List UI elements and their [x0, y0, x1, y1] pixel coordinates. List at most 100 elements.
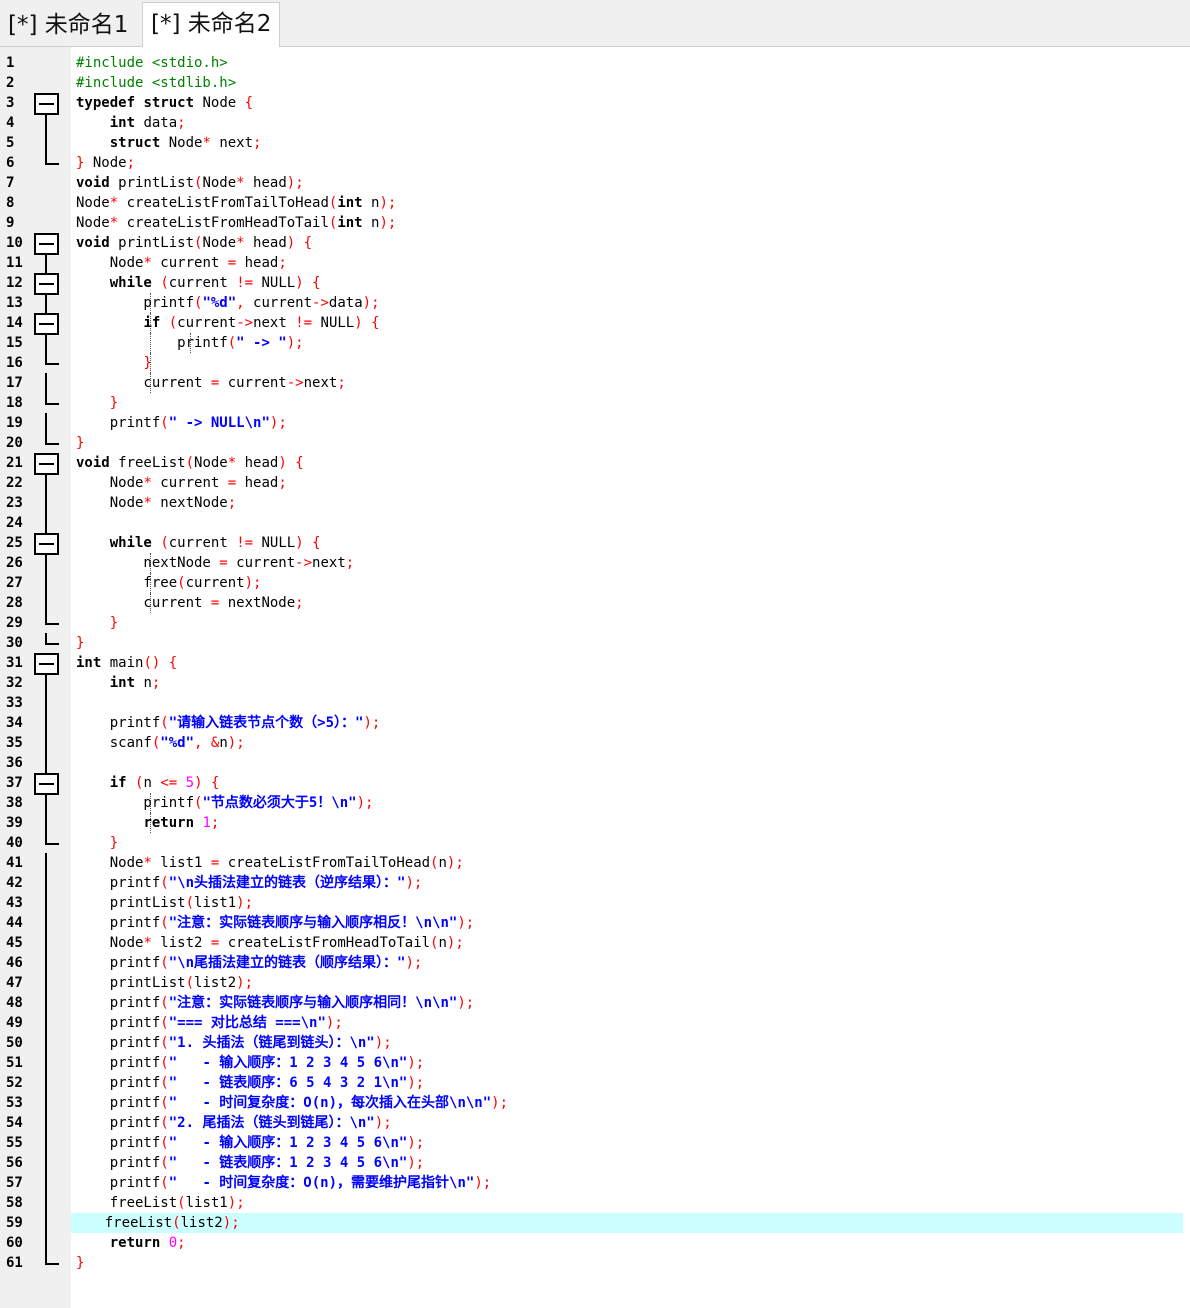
- code-line[interactable]: 41 Node* list1 = createListFromTailToHea…: [0, 853, 1190, 873]
- code-line[interactable]: 23 Node* nextNode;: [0, 493, 1190, 513]
- code-text: void printList(Node* head);: [76, 175, 304, 191]
- code-text: printf(" - 输入顺序：1 2 3 4 5 6\n");: [76, 1135, 425, 1151]
- code-line[interactable]: 45 Node* list2 = createListFromHeadToTai…: [0, 933, 1190, 953]
- fold-collapse-icon[interactable]: [33, 313, 59, 335]
- code-text: printf(" - 链表顺序：1 2 3 4 5 6\n");: [76, 1155, 425, 1171]
- code-line[interactable]: 25 while (current != NULL) {: [0, 533, 1190, 555]
- code-line[interactable]: 34 printf("请输入链表节点个数（>5）：");: [0, 713, 1190, 733]
- code-line[interactable]: 50 printf("1. 头插法（链尾到链头）：\n");: [0, 1033, 1190, 1053]
- code-line[interactable]: 16 }: [0, 353, 1190, 373]
- code-line[interactable]: 38 printf("节点数必须大于5！\n");: [0, 793, 1190, 813]
- fold-line-marker: [33, 333, 59, 353]
- code-line[interactable]: 26 nextNode = current->next;: [0, 553, 1190, 573]
- code-text: } Node;: [76, 155, 136, 171]
- code-line[interactable]: 11 Node* current = head;: [0, 253, 1190, 273]
- fold-line-marker: [33, 433, 59, 453]
- fold-line-marker: [33, 573, 59, 593]
- fold-collapse-icon[interactable]: [33, 93, 59, 115]
- code-line[interactable]: 2 #include <stdlib.h>: [0, 73, 1190, 93]
- code-line[interactable]: 14 if (current->next != NULL) {: [0, 313, 1190, 335]
- code-editor[interactable]: 1 #include <stdio.h> 2 #include <stdlib.h> 3…: [0, 47, 1190, 1308]
- line-number: 30: [6, 635, 23, 651]
- code-line[interactable]: 3 typedef struct Node {: [0, 93, 1190, 115]
- line-number: 13: [6, 295, 23, 311]
- code-line[interactable]: 29 }: [0, 613, 1190, 633]
- fold-collapse-icon[interactable]: [33, 233, 59, 255]
- code-line[interactable]: 5 struct Node* next;: [0, 133, 1190, 153]
- code-text: Node* list2 = createListFromHeadToTail(n…: [76, 935, 464, 951]
- code-line[interactable]: 20}: [0, 433, 1190, 453]
- code-line[interactable]: 4 int data;: [0, 113, 1190, 133]
- code-line[interactable]: 44 printf("注意：实际链表顺序与输入顺序相反！\n\n");: [0, 913, 1190, 933]
- code-line[interactable]: 28 current = nextNode;: [0, 593, 1190, 613]
- code-line[interactable]: 18 }: [0, 393, 1190, 413]
- code-line[interactable]: 55 printf(" - 输入顺序：1 2 3 4 5 6\n");: [0, 1133, 1190, 1153]
- line-number: 53: [6, 1095, 23, 1111]
- code-text: printf(" - 链表顺序：6 5 4 3 2 1\n");: [76, 1075, 425, 1091]
- code-text: if (n <= 5) {: [109, 775, 220, 791]
- code-line[interactable]: 47 printList(list2);: [0, 973, 1190, 993]
- code-line[interactable]: 36: [0, 753, 1190, 773]
- code-line[interactable]: 21 void freeList(Node* head) {: [0, 453, 1190, 475]
- code-line[interactable]: 24: [0, 513, 1190, 533]
- code-line[interactable]: 43 printList(list1);: [0, 893, 1190, 913]
- code-line[interactable]: 57 printf(" - 时间复杂度：O(n)，需要维护尾指针\n");: [0, 1173, 1190, 1193]
- code-line[interactable]: 56 printf(" - 链表顺序：1 2 3 4 5 6\n");: [0, 1153, 1190, 1173]
- fold-collapse-icon[interactable]: [33, 273, 59, 295]
- code-text: void freeList(Node* head) {: [76, 455, 304, 471]
- code-line[interactable]: 48 printf("注意：实际链表顺序与输入顺序相同！\n\n");: [0, 993, 1190, 1013]
- code-text: Node* current = head;: [76, 475, 287, 491]
- fold-line-marker: [33, 513, 59, 533]
- code-line[interactable]: 27 free(current);: [0, 573, 1190, 593]
- code-text: current = current->next;: [76, 375, 346, 391]
- line-number: 54: [6, 1115, 23, 1131]
- tab-file-1[interactable]: [*] 未命名1: [0, 4, 136, 46]
- code-text: return 0;: [109, 1235, 186, 1251]
- code-line[interactable]: 30}: [0, 633, 1190, 653]
- code-line[interactable]: 22 Node* current = head;: [0, 473, 1190, 493]
- fold-collapse-icon[interactable]: [33, 773, 59, 795]
- code-line[interactable]: 7 void printList(Node* head);: [0, 173, 1190, 193]
- code-line[interactable]: 40 }: [0, 833, 1190, 853]
- code-line[interactable]: 8 Node* createListFromTailToHead(int n);: [0, 193, 1190, 213]
- code-line[interactable]: 15 printf(" -> ");: [0, 333, 1190, 353]
- code-line[interactable]: 33: [0, 693, 1190, 713]
- line-number: 55: [6, 1135, 23, 1151]
- code-line[interactable]: 49 printf("=== 对比总结 ===\n");: [0, 1013, 1190, 1033]
- code-line[interactable]: 6} Node;: [0, 153, 1190, 173]
- line-number: 26: [6, 555, 23, 571]
- fold-line-marker: [33, 1053, 59, 1073]
- line-number: 11: [6, 255, 23, 271]
- line-number: 43: [6, 895, 23, 911]
- code-line[interactable]: 31 int main() {: [0, 653, 1190, 675]
- code-line[interactable]: 17 current = current->next;: [0, 373, 1190, 393]
- code-line[interactable]: 12 while (current != NULL) {: [0, 273, 1190, 295]
- code-line[interactable]: 51 printf(" - 输入顺序：1 2 3 4 5 6\n");: [0, 1053, 1190, 1073]
- fold-line-marker: [33, 1093, 59, 1113]
- code-line[interactable]: 1 #include <stdio.h>: [0, 53, 1190, 73]
- code-line[interactable]: 52 printf(" - 链表顺序：6 5 4 3 2 1\n");: [0, 1073, 1190, 1093]
- code-line[interactable]: 61}: [0, 1253, 1190, 1273]
- fold-collapse-icon[interactable]: [33, 533, 59, 555]
- fold-collapse-icon[interactable]: [33, 653, 59, 675]
- code-line[interactable]: 42 printf("\n头插法建立的链表（逆序结果）：");: [0, 873, 1190, 893]
- code-line[interactable]: 53 printf(" - 时间复杂度：O(n)，每次插入在头部\n\n");: [0, 1093, 1190, 1113]
- code-line[interactable]: 35 scanf("%d", &n);: [0, 733, 1190, 753]
- line-number: 17: [6, 375, 23, 391]
- code-line[interactable]: 46 printf("\n尾插法建立的链表（顺序结果）：");: [0, 953, 1190, 973]
- fold-collapse-icon[interactable]: [33, 453, 59, 475]
- code-line[interactable]: 13 printf("%d", current->data);: [0, 293, 1190, 313]
- code-line[interactable]: 59 freeList(list2);: [0, 1213, 1190, 1233]
- code-line[interactable]: 54 printf("2. 尾插法（链头到链尾）：\n");: [0, 1113, 1190, 1133]
- code-line[interactable]: 19 printf(" -> NULL\n");: [0, 413, 1190, 433]
- code-line[interactable]: 39 return 1;: [0, 813, 1190, 833]
- code-line[interactable]: 10 void printList(Node* head) {: [0, 233, 1190, 255]
- code-line[interactable]: 32 int n;: [0, 673, 1190, 693]
- code-text: printf("\n头插法建立的链表（逆序结果）：");: [76, 875, 423, 891]
- code-line[interactable]: 9 Node* createListFromHeadToTail(int n);: [0, 213, 1190, 233]
- line-number: 52: [6, 1075, 23, 1091]
- code-line[interactable]: 37 if (n <= 5) {: [0, 773, 1190, 795]
- code-line[interactable]: 58 freeList(list1);: [0, 1193, 1190, 1213]
- tab-file-2[interactable]: [*] 未命名2: [142, 2, 281, 47]
- code-line[interactable]: 60 return 0;: [0, 1233, 1190, 1253]
